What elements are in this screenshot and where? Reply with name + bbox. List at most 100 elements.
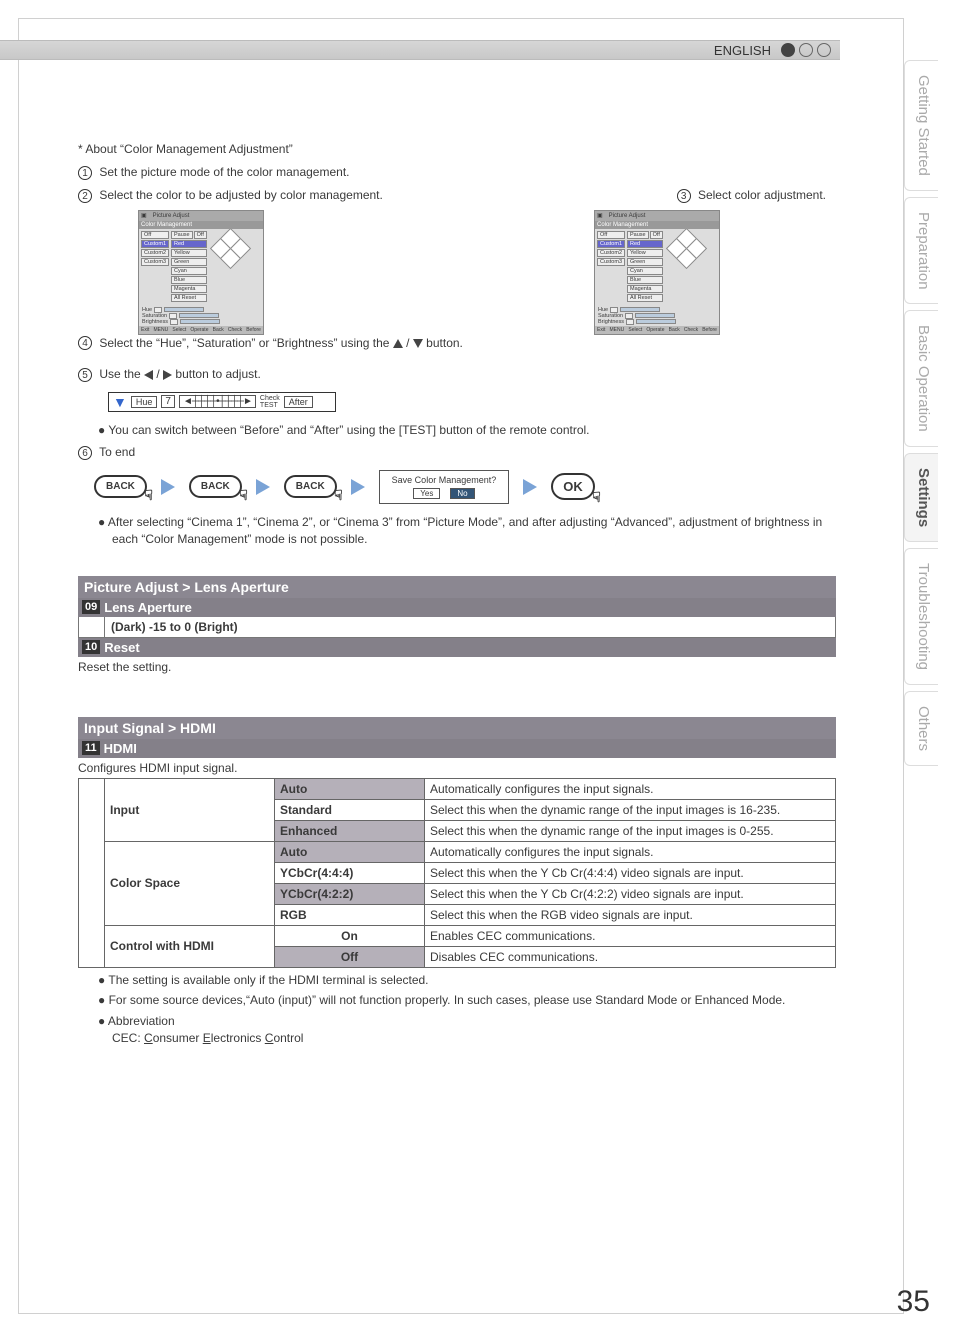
osd-header: ▣ Picture Adjust xyxy=(139,211,263,221)
step-5-text-a: Use the xyxy=(99,367,144,381)
back-flow: BACK☟ BACK☟ BACK☟ Save Color Management?… xyxy=(94,470,836,504)
arrow-up-icon xyxy=(393,339,403,348)
desc-off: Disables CEC communications. xyxy=(425,946,836,967)
save-no[interactable]: No xyxy=(450,488,474,499)
lens-aperture-section: Picture Adjust > Lens Aperture 09 Lens A… xyxy=(78,576,836,677)
circled-4-icon: 4 xyxy=(78,336,92,350)
dot-filled-icon xyxy=(781,43,795,57)
arrow-right-large-icon xyxy=(351,479,365,495)
step-6: 6 To end xyxy=(78,443,836,462)
reset-title: Reset xyxy=(104,640,139,655)
opt-enhanced: Enhanced xyxy=(275,820,425,841)
hdmi-desc: Configures HDMI input signal. xyxy=(78,758,836,778)
osd-color-hex-icon xyxy=(213,231,249,267)
osd-title: Color Management xyxy=(139,221,263,229)
marker-icon: ▼ xyxy=(113,397,127,407)
opt-ycbcr444: YCbCr(4:4:4) xyxy=(275,862,425,883)
step-4-text-c: button. xyxy=(426,336,463,350)
tab-basic-operation[interactable]: Basic Operation xyxy=(904,310,938,447)
step-5: 5 Use the / button to adjust. xyxy=(78,365,836,384)
osd-color-cyan: Cyan xyxy=(627,267,663,275)
tab-getting-started[interactable]: Getting Started xyxy=(904,60,938,191)
circled-5-icon: 5 xyxy=(78,368,92,382)
step-2: 2 Select the color to be adjusted by col… xyxy=(78,186,383,205)
tab-settings[interactable]: Settings xyxy=(904,453,938,542)
tab-troubleshooting[interactable]: Troubleshooting xyxy=(904,548,938,685)
language-label: ENGLISH xyxy=(714,43,771,58)
osd-mode-custom3: Custom3 xyxy=(141,258,169,266)
pointer-icon: ☟ xyxy=(144,487,153,504)
osd-tab-label: Picture Adjust xyxy=(153,213,190,219)
osd-color-blue: Blue xyxy=(627,276,663,284)
osd-mode-custom1: Custom1 xyxy=(597,240,625,248)
step-5-text-c: button to adjust. xyxy=(175,367,260,381)
save-dialog: Save Color Management? Yes No xyxy=(379,470,510,504)
abbrev-label: Abbreviation xyxy=(108,1014,175,1028)
header-lang: ENGLISH xyxy=(714,40,831,60)
lens-aperture-header: 09 Lens Aperture xyxy=(78,598,836,617)
dot-empty-icon xyxy=(799,43,813,57)
osd-mode-custom2: Custom2 xyxy=(597,249,625,257)
step-5-text-b: / xyxy=(156,367,163,381)
hdmi-breadcrumb: Input Signal > HDMI xyxy=(78,717,836,739)
osd-mode-custom1: Custom1 xyxy=(141,240,169,248)
osd-mode-custom2: Custom2 xyxy=(141,249,169,257)
sidebar-tabs: Getting Started Preparation Basic Operat… xyxy=(904,60,938,766)
desc-cs-auto: Automatically configures the input signa… xyxy=(425,841,836,862)
back-button[interactable]: BACK☟ xyxy=(284,475,337,498)
arrow-right-large-icon xyxy=(256,479,270,495)
osd-mode-custom3: Custom3 xyxy=(597,258,625,266)
save-question: Save Color Management? xyxy=(392,475,497,485)
cec-expansion: CEC: Consumer Electronics Control xyxy=(112,1031,303,1045)
back-button[interactable]: BACK☟ xyxy=(189,475,242,498)
tab-others[interactable]: Others xyxy=(904,691,938,766)
save-yes[interactable]: Yes xyxy=(413,488,440,499)
osd-off: Off xyxy=(194,231,207,239)
osd-color-hex-icon xyxy=(669,231,705,267)
hue-adjust-bar: ▼ Hue 7 ◄┼┼┼┼•┼┼┼┼► CheckTEST After xyxy=(108,392,336,412)
osd-menu-left: ▣ Picture Adjust Color Management Off Cu… xyxy=(138,210,264,335)
colorspace-label: Color Space xyxy=(105,841,275,925)
pointer-icon: ☟ xyxy=(334,487,343,504)
osd-mode-off: Off xyxy=(597,231,625,239)
about-heading: * About “Color Management Adjustment” xyxy=(78,140,836,159)
osd-title: Color Management xyxy=(595,221,719,229)
desc-rgb: Select this when the RGB video signals a… xyxy=(425,904,836,925)
step-2-3-row: 2 Select the color to be adjusted by col… xyxy=(78,186,836,205)
osd-mode-off: Off xyxy=(141,231,169,239)
step-4-text-b: / xyxy=(406,336,413,350)
osd-color-allreset: All Reset xyxy=(627,294,663,302)
page-dots xyxy=(781,43,831,57)
hdmi-title: HDMI xyxy=(104,741,137,756)
hdmi-table: Input Auto Automatically configures the … xyxy=(78,778,836,968)
osd-bri: Brightness xyxy=(142,319,168,325)
osd-color-yellow: Yellow xyxy=(171,249,207,257)
back-button[interactable]: BACK☟ xyxy=(94,475,147,498)
opt-on: On xyxy=(275,925,425,946)
lens-range-row: (Dark) -15 to 0 (Bright) xyxy=(78,617,836,638)
circled-2-icon: 2 xyxy=(78,189,92,203)
osd-bri: Brightness xyxy=(598,319,624,325)
tab-preparation[interactable]: Preparation xyxy=(904,197,938,305)
osd-pause: Pause xyxy=(627,231,649,239)
desc-ycbcr444: Select this when the Y Cb Cr(4:4:4) vide… xyxy=(425,862,836,883)
desc-ycbcr422: Select this when the Y Cb Cr(4:2:2) vide… xyxy=(425,883,836,904)
osd-header: ▣ Picture Adjust xyxy=(595,211,719,221)
reset-desc: Reset the setting. xyxy=(78,657,836,677)
hue-label: Hue xyxy=(131,396,158,408)
arrow-left-icon xyxy=(144,370,153,380)
osd-color-red: Red xyxy=(627,240,663,248)
arrow-right-icon xyxy=(163,370,172,380)
osd-tab-label: Picture Adjust xyxy=(609,213,646,219)
arrow-down-icon xyxy=(413,339,423,348)
lens-range: (Dark) -15 to 0 (Bright) xyxy=(105,617,244,637)
opt-standard: Standard xyxy=(275,799,425,820)
osd-color-green: Green xyxy=(171,258,207,266)
step-3: 3 Select color adjustment. xyxy=(677,186,826,205)
step-6-text: To end xyxy=(99,445,135,459)
desc-on: Enables CEC communications. xyxy=(425,925,836,946)
hue-scale: ◄┼┼┼┼•┼┼┼┼► xyxy=(179,395,256,408)
ok-button[interactable]: OK☟ xyxy=(551,473,595,500)
footnote-1: The setting is available only if the HDM… xyxy=(88,972,836,989)
footnote-3: Abbreviation CEC: Consumer Electronics C… xyxy=(88,1013,836,1047)
